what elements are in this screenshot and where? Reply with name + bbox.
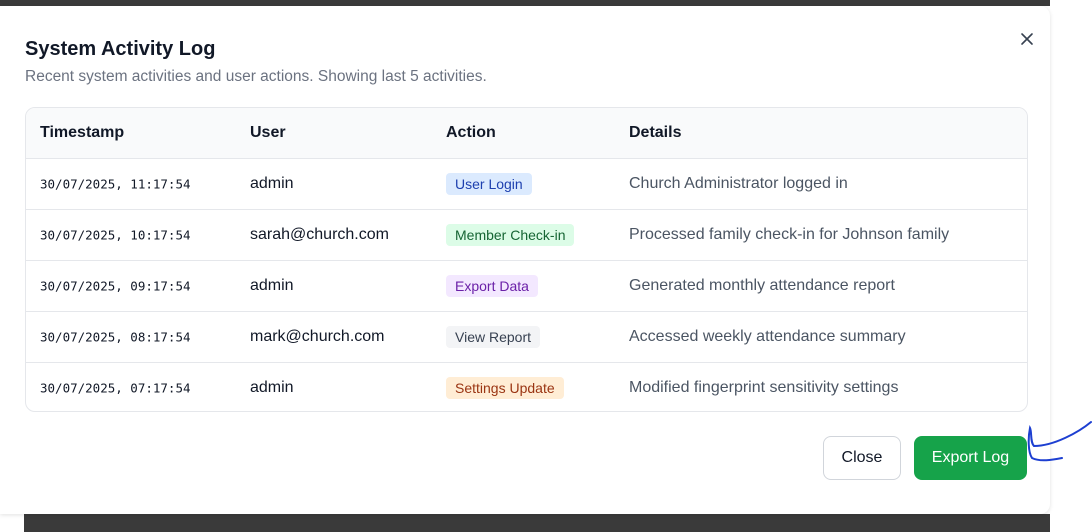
action-badge: Member Check-in [446,224,575,246]
row-user: mark@church.com [250,328,385,345]
table-header: Timestamp User Action Details [26,108,1027,159]
dialog-title: System Activity Log [25,38,216,60]
table-row: 30/07/2025, 07:17:54 admin Settings Upda… [26,363,1027,411]
close-icon[interactable] [1016,28,1038,50]
row-user: admin [250,379,294,396]
header-user: User [250,124,286,141]
row-user: admin [250,175,294,192]
row-details: Church Administrator logged in [629,175,848,192]
header-details: Details [629,124,682,141]
row-details: Modified fingerprint sensitivity setting… [629,379,899,396]
action-badge: View Report [446,326,541,348]
action-badge: Settings Update [446,377,564,399]
row-timestamp: 30/07/2025, 10:17:54 [40,227,191,243]
row-details: Processed family check-in for Johnson fa… [629,226,950,243]
action-badge: User Login [446,173,532,195]
row-timestamp: 30/07/2025, 08:17:54 [40,329,191,345]
row-user: admin [250,277,294,294]
activity-table: Timestamp User Action Details 30/07/2025… [25,107,1028,412]
row-timestamp: 30/07/2025, 07:17:54 [40,380,191,396]
activity-log-dialog: System Activity Log Recent system activi… [0,6,1050,514]
row-details: Accessed weekly attendance summary [629,328,906,345]
dialog-subtitle: Recent system activities and user action… [25,68,487,85]
row-details: Generated monthly attendance report [629,277,895,294]
table-row: 30/07/2025, 10:17:54 sarah@church.com Me… [26,210,1027,261]
row-action: Export Data [446,275,538,297]
action-badge: Export Data [446,275,538,297]
header-action: Action [446,124,496,141]
row-user: sarah@church.com [250,226,389,243]
row-action: View Report [446,326,541,348]
table-row: 30/07/2025, 11:17:54 admin User Login Ch… [26,159,1027,210]
row-timestamp: 30/07/2025, 11:17:54 [40,176,191,192]
backdrop-bottom [24,514,1050,532]
table-row: 30/07/2025, 09:17:54 admin Export Data G… [26,261,1027,312]
row-action: Member Check-in [446,224,575,246]
row-timestamp: 30/07/2025, 09:17:54 [40,278,191,294]
close-button[interactable]: Close [823,436,901,480]
export-log-button[interactable]: Export Log [914,436,1027,480]
row-action: Settings Update [446,377,564,399]
header-timestamp: Timestamp [40,124,125,141]
table-row: 30/07/2025, 08:17:54 mark@church.com Vie… [26,312,1027,363]
pen-annotation-stroke [1027,421,1092,462]
row-action: User Login [446,173,532,195]
